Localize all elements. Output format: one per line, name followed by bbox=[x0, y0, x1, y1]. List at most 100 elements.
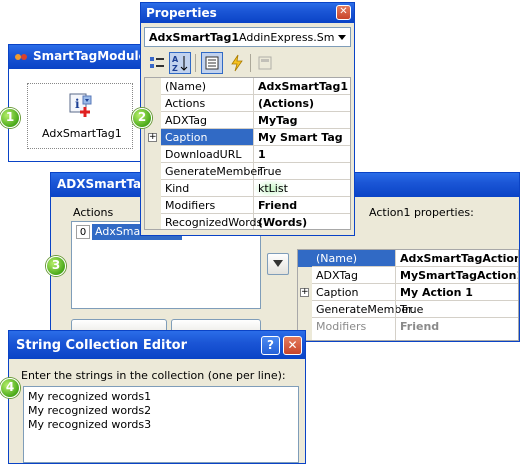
property-name: Modifiers bbox=[165, 199, 216, 212]
property-value: MyTag bbox=[258, 114, 298, 127]
list-item-index: 0 bbox=[76, 225, 90, 239]
svg-text:i: i bbox=[75, 97, 80, 111]
smart-tag-component-icon: i bbox=[69, 93, 95, 119]
grid-row-line bbox=[161, 162, 350, 163]
grid-row-line bbox=[161, 94, 350, 95]
alphabetical-icon[interactable]: AZ bbox=[169, 52, 191, 74]
property-row[interactable]: + Caption My Smart Tag 1 bbox=[145, 129, 350, 161]
string-collection-editor: String Collection Editor ? ✕ Enter the s… bbox=[8, 330, 306, 464]
property-value: MySmartTagAction1 bbox=[400, 269, 519, 282]
properties-toolbar: AZ bbox=[144, 51, 351, 75]
string-editor-instruction: Enter the strings in the collection (one… bbox=[21, 369, 286, 382]
property-value: True bbox=[258, 165, 282, 178]
property-value bbox=[254, 146, 258, 163]
close-icon[interactable]: ✕ bbox=[283, 336, 302, 355]
property-name: (Name) bbox=[165, 80, 207, 93]
chevron-down-icon[interactable] bbox=[338, 35, 346, 40]
arrow-down-icon bbox=[273, 260, 283, 267]
smarttag-module-titlebar[interactable]: SmartTagModule bbox=[9, 45, 147, 69]
svg-text:Z: Z bbox=[172, 64, 178, 73]
toolbar-separator bbox=[195, 54, 196, 72]
expand-icon[interactable]: + bbox=[148, 133, 157, 142]
property-row[interactable]: Kind ktList bbox=[145, 180, 350, 197]
grid-row-line bbox=[312, 317, 518, 318]
property-name: ADXTag bbox=[165, 114, 207, 127]
property-row[interactable]: (Name) AdxSmartTag1 bbox=[145, 78, 350, 95]
move-down-button[interactable] bbox=[267, 253, 289, 275]
action-properties-label: Action1 properties: bbox=[369, 206, 474, 219]
strings-textarea[interactable]: My recognized words1 My recognized words… bbox=[23, 386, 299, 463]
grid-row-line bbox=[312, 283, 518, 284]
property-name: DownloadURL bbox=[165, 148, 242, 161]
step-badge-3: 3 bbox=[46, 256, 66, 276]
properties-titlebar[interactable]: Properties ✕ bbox=[141, 3, 354, 23]
property-value: AdxSmartTag1 bbox=[258, 80, 349, 93]
step-badge-1: 1 bbox=[0, 108, 20, 128]
property-name: (Name) bbox=[316, 252, 358, 265]
close-icon[interactable]: ✕ bbox=[336, 5, 351, 20]
property-name: Caption bbox=[316, 286, 359, 299]
string-line: My recognized words3 bbox=[28, 418, 152, 431]
property-row[interactable]: GenerateMember True bbox=[145, 163, 350, 180]
grid-row-line bbox=[312, 266, 518, 267]
grid-row-line bbox=[161, 111, 350, 112]
property-row[interactable]: Modifiers Friend bbox=[145, 197, 350, 214]
svg-text:A: A bbox=[172, 55, 179, 64]
property-name: RecognizedWords bbox=[165, 216, 263, 229]
property-row[interactable]: Actions (Actions) bbox=[145, 95, 350, 112]
property-name: Modifiers bbox=[316, 320, 367, 333]
property-value: Friend bbox=[400, 320, 440, 333]
help-icon[interactable]: ? bbox=[261, 336, 280, 355]
property-name: Caption bbox=[161, 129, 253, 146]
property-name: Actions bbox=[165, 97, 206, 110]
actions-label: Actions bbox=[73, 206, 114, 219]
properties-window: Properties ✕ AdxSmartTag1 AddinExpress.S… bbox=[140, 2, 355, 236]
categorized-icon[interactable] bbox=[148, 54, 166, 72]
property-row[interactable]: ADXTag MyTag bbox=[145, 112, 350, 129]
expand-icon[interactable]: + bbox=[300, 288, 309, 297]
string-line: My recognized words2 bbox=[28, 404, 152, 417]
properties-title: Properties bbox=[146, 6, 217, 20]
property-row[interactable]: RecognizedWords (Words) bbox=[145, 214, 350, 229]
property-value: True bbox=[400, 303, 424, 316]
grid-row-line bbox=[312, 300, 518, 301]
property-row[interactable]: GenerateMember True bbox=[298, 301, 518, 318]
events-icon[interactable] bbox=[228, 54, 246, 72]
step-badge-2: 2 bbox=[132, 108, 152, 128]
property-value: (Actions) bbox=[258, 97, 315, 110]
property-value: ktList bbox=[254, 180, 288, 197]
grid-row-line bbox=[161, 213, 350, 214]
property-pages-icon[interactable] bbox=[256, 54, 274, 72]
property-row[interactable]: (Name) AdxSmartTagAction bbox=[298, 250, 518, 267]
grid-row-line bbox=[161, 179, 350, 180]
object-name: AdxSmartTag1 bbox=[149, 31, 240, 44]
string-line: My recognized words1 bbox=[28, 390, 152, 403]
property-row[interactable]: DownloadURL bbox=[145, 146, 350, 163]
property-value: (Words) bbox=[258, 216, 308, 229]
step-badge-4: 4 bbox=[0, 378, 20, 398]
string-editor-title: String Collection Editor bbox=[16, 338, 188, 353]
object-type: AddinExpress.Smart bbox=[239, 31, 335, 44]
addin-logo-icon bbox=[14, 50, 28, 64]
property-name: GenerateMember bbox=[165, 165, 262, 178]
properties-icon[interactable] bbox=[201, 52, 223, 74]
action-property-grid[interactable]: (Name) AdxSmartTagAction ADXTag MySmartT… bbox=[297, 249, 519, 341]
property-name: Kind bbox=[165, 182, 190, 195]
property-grid[interactable]: (Name) AdxSmartTag1 Actions (Actions) AD… bbox=[144, 77, 351, 230]
component-label: AdxSmartTag1 bbox=[42, 127, 122, 140]
object-selector[interactable]: AdxSmartTag1 AddinExpress.Smart bbox=[144, 27, 351, 47]
property-name: ADXTag bbox=[316, 269, 358, 282]
adx-smart-tag-component[interactable]: i AdxSmartTag1 bbox=[33, 91, 123, 147]
property-row[interactable]: ADXTag MySmartTagAction1 bbox=[298, 267, 518, 284]
actions-editor-title: ADXSmartTag bbox=[57, 177, 150, 191]
property-value: Friend bbox=[258, 199, 298, 212]
property-value: My Action 1 bbox=[400, 286, 473, 299]
property-row[interactable]: + Caption My Action 1 bbox=[298, 284, 518, 301]
property-row[interactable]: Modifiers Friend bbox=[298, 318, 518, 335]
smarttag-module-window: SmartTagModule i AdxSmartTag1 bbox=[8, 44, 148, 162]
grid-row-line bbox=[161, 196, 350, 197]
smarttag-module-title: SmartTagModule bbox=[33, 49, 147, 63]
property-value: AdxSmartTagAction bbox=[396, 250, 518, 267]
property-value: My Smart Tag 1 bbox=[258, 131, 343, 161]
string-editor-titlebar[interactable]: String Collection Editor ? ✕ bbox=[9, 331, 305, 359]
